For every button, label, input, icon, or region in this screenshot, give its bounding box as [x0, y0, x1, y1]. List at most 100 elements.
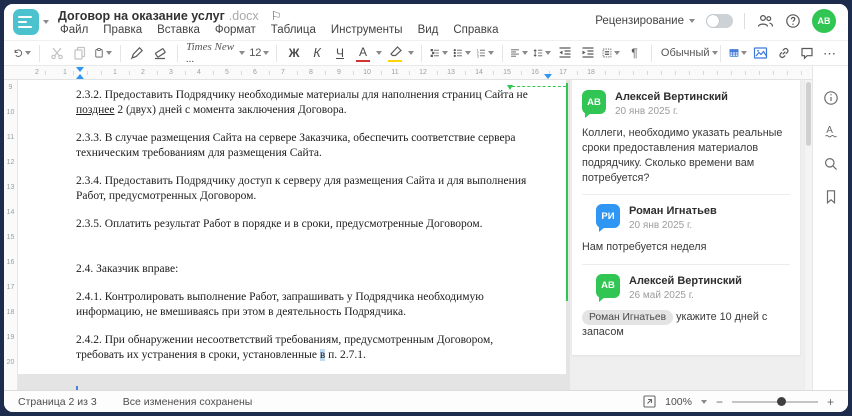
comment-reply[interactable]: РИ Роман Игнатьев 20 янв 2025 г. Нам потреб… [582, 194, 790, 255]
review-toggle[interactable] [706, 14, 733, 28]
document-page[interactable]: 2.3.2. Предоставить Подрядчику необходим… [18, 80, 566, 399]
text-run: 2.4. Заказчик вправе: [76, 263, 179, 275]
font-name-select[interactable]: Times New ... [185, 41, 246, 65]
paragraph-4[interactable]: 2.3.5. Оплатить результат Работ в порядк… [76, 217, 536, 232]
right-sidebar: A [812, 66, 848, 390]
left-indent-marker[interactable] [76, 74, 84, 79]
collaborators-button[interactable] [756, 13, 774, 29]
copy-button[interactable] [70, 43, 90, 63]
logo-caret-icon[interactable] [43, 20, 49, 24]
paragraph-3[interactable]: 2.3.4. Предоставить Подрядчику доступ к … [76, 174, 536, 204]
pilcrow-icon: ¶ [631, 46, 638, 60]
bookmarks-button[interactable] [823, 189, 839, 205]
cut-button[interactable] [47, 43, 67, 63]
paste-caret-icon [105, 51, 112, 55]
vertical-scrollbar[interactable] [804, 80, 812, 390]
paragraph-1[interactable]: 2.3.2. Предоставить Подрядчику необходим… [76, 88, 536, 118]
ruler-number: 5 [220, 69, 234, 77]
italic-label: К [313, 45, 321, 60]
font-name-value: Times New ... [186, 41, 235, 65]
zoom-value[interactable]: 100% [665, 396, 692, 408]
chevron-down-icon [711, 51, 718, 55]
bold-label: Ж [288, 46, 300, 60]
ruler-number: 9 [8, 84, 13, 91]
ruler-number: 15 [6, 234, 15, 241]
divider [177, 44, 179, 62]
font-color-button[interactable]: А [353, 43, 373, 63]
paragraph-borders-button[interactable] [601, 43, 621, 63]
divider [276, 44, 278, 62]
comment-thread-card[interactable]: АВ Алексей Вертинский 20 янв 2025 г. Коллег… [572, 80, 800, 355]
underline-button[interactable]: Ч [330, 43, 350, 63]
fit-page-button[interactable] [643, 395, 656, 408]
app-logo-icon[interactable] [13, 9, 39, 35]
paragraph-6[interactable]: 2.4.1. Контролировать выполнение Работ, … [76, 290, 536, 320]
zoom-slider[interactable] [731, 396, 818, 408]
bold-button[interactable]: Ж [284, 43, 304, 63]
menu-item-6[interactable]: Инструменты [331, 24, 403, 36]
ruler-number: 10 [360, 69, 374, 77]
zoom-slider-handle[interactable] [776, 397, 786, 406]
help-button[interactable] [785, 13, 801, 29]
paragraph-5[interactable]: 2.4. Заказчик вправе: [76, 262, 536, 277]
paragraph-2[interactable]: 2.3.3. В случае размещения Сайта на серв… [76, 131, 536, 161]
right-indent-marker[interactable] [544, 74, 552, 79]
insert-link-button[interactable] [774, 43, 794, 63]
menu-item-3[interactable]: Вставка [157, 24, 200, 36]
paste-button[interactable] [93, 43, 113, 63]
align-button[interactable] [509, 43, 529, 63]
format-painter-button[interactable] [127, 43, 147, 63]
ruler-number: 20 [6, 359, 15, 366]
text-run: 2.4.2. При обнаружении несоответствий тр… [76, 334, 494, 361]
insert-comment-button[interactable] [797, 43, 817, 63]
zoom-out-button[interactable]: − [716, 396, 723, 408]
more-tools-button[interactable]: ⋯ [820, 43, 840, 63]
flag-icon[interactable]: ⚐ [271, 10, 282, 22]
insert-image-button[interactable] [751, 43, 771, 63]
review-mode-button[interactable]: Рецензирование [595, 15, 695, 27]
ruler-number: 17 [556, 69, 570, 77]
user-avatar[interactable]: АВ [812, 9, 836, 33]
multilevel-list-button[interactable] [429, 43, 449, 63]
numbered-list-button[interactable]: 123 [475, 43, 495, 63]
menu-item-7[interactable]: Вид [418, 24, 439, 36]
menu-item-8[interactable]: Справка [453, 24, 498, 36]
menu-item-2[interactable]: Правка [103, 24, 142, 36]
italic-button[interactable]: К [307, 43, 327, 63]
clear-format-button[interactable] [150, 43, 170, 63]
menu-bar: Файл Правка Вставка Формат Таблица Инструмент… [60, 24, 499, 36]
comment-body: Коллеги, необходимо указать реальные сро… [582, 126, 790, 186]
comment-meta: Роман Игнатьев 20 янв 2025 г. [629, 204, 717, 231]
status-right: 100% − + [643, 395, 848, 408]
zoom-caret-icon[interactable] [700, 399, 707, 404]
menu-item-1[interactable]: Файл [60, 24, 88, 36]
spellcheck-button[interactable]: A [823, 123, 839, 139]
font-size-select[interactable]: 12 [249, 43, 270, 63]
paragraph-7[interactable]: 2.4.2. При обнаружении несоответствий тр… [76, 333, 536, 363]
scrollbar-thumb[interactable] [806, 82, 811, 146]
comments-panel: АВ Алексей Вертинский 20 янв 2025 г. Коллег… [570, 80, 804, 390]
comment-reply[interactable]: АВ Алексей Вертинский 26 май 2025 г. Роман … [582, 263, 790, 341]
undo-button[interactable] [12, 43, 32, 63]
nonprinting-chars-button[interactable]: ¶ [624, 43, 644, 63]
page-counter[interactable]: Страница 2 из 3 [18, 396, 97, 408]
menu-item-4[interactable]: Формат [215, 24, 256, 36]
highlight-button[interactable] [385, 43, 405, 63]
line-spacing-button[interactable] [532, 43, 552, 63]
document-text[interactable]: 2.3.2. Предоставить Подрядчику необходим… [18, 80, 566, 404]
paragraph-style-select[interactable]: Обычный [659, 43, 718, 63]
zoom-in-button[interactable]: + [827, 396, 834, 408]
chevron-down-icon[interactable] [376, 51, 383, 55]
menu-item-5[interactable]: Таблица [271, 24, 316, 36]
document-info-button[interactable] [823, 90, 839, 106]
ruler-number: 6 [248, 69, 262, 77]
search-button[interactable] [823, 156, 839, 172]
insert-table-button[interactable] [728, 43, 748, 63]
font-color-label: А [359, 44, 368, 59]
chevron-down-icon[interactable] [408, 51, 415, 55]
comment[interactable]: АВ Алексей Вертинский 20 янв 2025 г. Коллег… [582, 88, 790, 186]
first-line-indent-marker[interactable] [76, 67, 84, 72]
decrease-indent-button[interactable] [555, 43, 575, 63]
increase-indent-button[interactable] [578, 43, 598, 63]
bullet-list-button[interactable] [452, 43, 472, 63]
